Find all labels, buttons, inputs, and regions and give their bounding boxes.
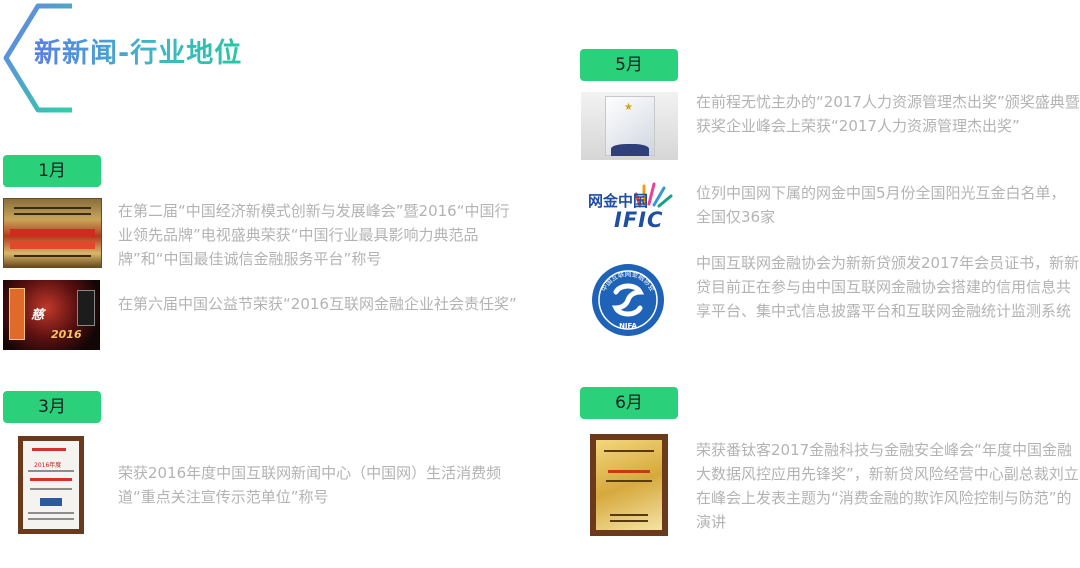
ific-logo-icon: 网金中国 IFIC: [588, 180, 680, 236]
award-stage-image: 慈 2016: [3, 280, 100, 350]
trophy-image: ★: [581, 92, 678, 160]
gold-award-plaque-image: [590, 434, 668, 536]
month-badge-may: 5月: [580, 49, 678, 81]
news-item-text: 在第二届“中国经济新模式创新与发展峰会”暨2016“中国行业领先品牌”电视盛典荣…: [118, 202, 510, 268]
award-certificate-image: [3, 198, 102, 268]
certificate-plaque-image: 2016年度: [18, 436, 84, 534]
month-badge-jun: 6月: [580, 387, 678, 419]
news-item-text: 在第六届中国公益节荣获“2016互联网金融企业社会责任奖”: [118, 295, 517, 313]
svg-text:NIFA: NIFA: [619, 322, 637, 330]
month-badge-mar: 3月: [3, 391, 101, 423]
page-title: 新新闻-行业地位: [34, 38, 243, 69]
news-item-text: 中国互联网金融协会为新新贷颁发2017年会员证书，新新贷目前正在参与由中国互联网…: [696, 254, 1080, 320]
month-badge-jan: 1月: [3, 155, 101, 187]
news-item-text: 荣获2016年度中国互联网新闻中心（中国网）生活消费频道“重点关注宣传示范单位”…: [118, 464, 502, 506]
nifa-seal-icon: 中国互联网金融协会 NIFA: [592, 264, 664, 336]
news-item-text: 在前程无忧主办的“2017人力资源管理杰出奖”颁奖盛典暨获奖企业峰会上荣获“20…: [696, 93, 1080, 135]
page-header: 新新闻-行业地位: [0, 0, 320, 115]
news-item-text: 位列中国网下属的网金中国5月份全国阳光互金白名单，全国仅36家: [696, 184, 1066, 226]
news-item-text: 荣获番钛客2017金融科技与金融安全峰会“年度中国金融大数据风控应用先锋奖”，新…: [696, 441, 1079, 531]
